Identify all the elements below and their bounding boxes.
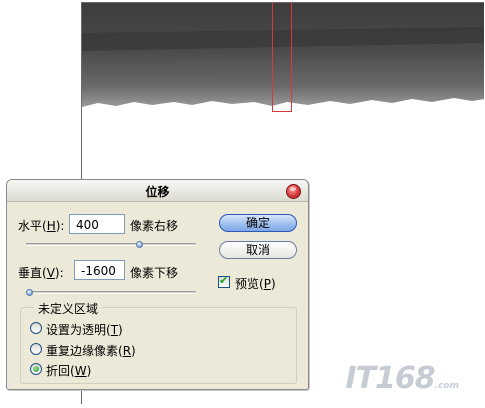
dialog-titlebar[interactable]: 位移 xyxy=(7,180,308,202)
marquee-selection[interactable] xyxy=(272,3,292,112)
horizontal-label: 水平(H): xyxy=(18,219,65,233)
dialog-title: 位移 xyxy=(145,185,170,199)
radio-wrap-around-label[interactable]: 折回(W) xyxy=(46,362,91,379)
horizontal-slider-track[interactable] xyxy=(26,243,196,246)
vertical-slider-thumb[interactable] xyxy=(26,289,33,296)
radio-dot-icon xyxy=(33,366,39,372)
ok-button[interactable]: 确定 xyxy=(219,214,297,232)
checkmark-icon: ✔ xyxy=(219,274,229,287)
close-button[interactable] xyxy=(286,184,301,199)
radio-wrap-around[interactable] xyxy=(30,363,42,375)
cancel-button[interactable]: 取消 xyxy=(219,241,297,259)
preview-checkbox[interactable]: ✔ xyxy=(218,274,230,288)
vertical-slider-track[interactable] xyxy=(26,291,196,294)
watermark-logo: IT168.com xyxy=(345,361,459,396)
stage: 位移 水平(H): 像素右移 垂直(V): 像素下移 确定 取消 ✔ 预览(P)… xyxy=(0,0,485,408)
undefined-area-title: 未定义区域 xyxy=(34,300,103,317)
vertical-label: 垂直(V): xyxy=(18,266,64,280)
vertical-offset-input[interactable] xyxy=(74,260,125,280)
preview-label[interactable]: 预览(P) xyxy=(235,275,276,292)
radio-transparent[interactable] xyxy=(30,322,42,334)
radio-repeat-edge[interactable] xyxy=(30,343,42,355)
horizontal-unit: 像素右移 xyxy=(130,219,179,233)
horizontal-offset-input[interactable] xyxy=(69,214,125,234)
offset-dialog: 位移 水平(H): 像素右移 垂直(V): 像素下移 确定 取消 ✔ 预览(P)… xyxy=(6,179,309,390)
radio-transparent-label[interactable]: 设置为透明(T) xyxy=(46,321,123,338)
horizontal-slider-thumb[interactable] xyxy=(136,241,144,248)
radio-repeat-edge-label[interactable]: 重复边缘像素(R) xyxy=(46,342,136,359)
vertical-unit: 像素下移 xyxy=(130,266,179,280)
